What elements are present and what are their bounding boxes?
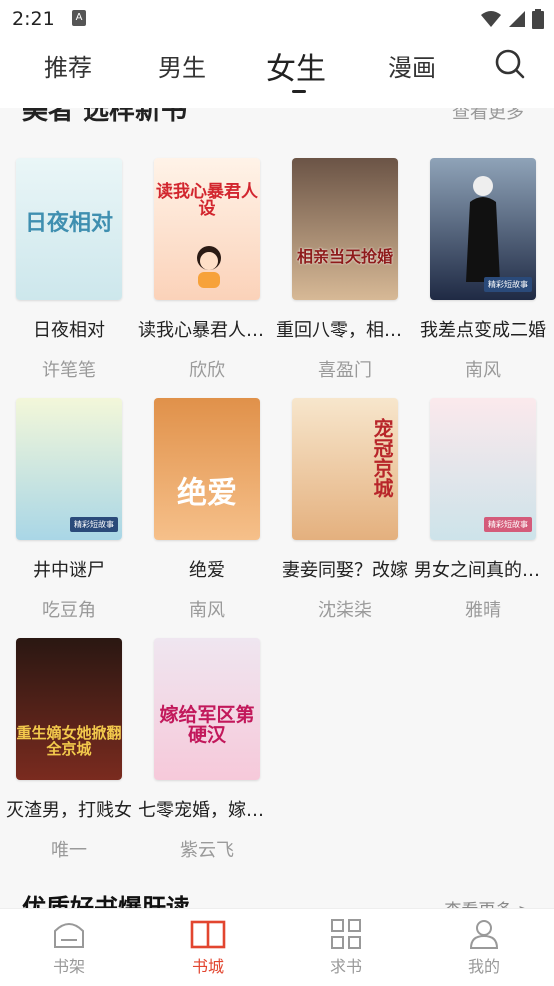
- nav-label: 书架: [52, 957, 85, 976]
- cover-text: 嫁给军区第硬汉: [159, 704, 255, 747]
- cover-text: 日夜相对: [24, 209, 113, 236]
- cover-figure-illustration: [466, 176, 500, 282]
- cover-text: 宠冠京城: [370, 417, 394, 498]
- cover-badge: 精彩短故事: [70, 517, 118, 532]
- nav-request-book[interactable]: 求书: [296, 919, 396, 977]
- book-title: 日夜相对: [33, 320, 105, 341]
- tab-male[interactable]: 男生: [158, 48, 206, 83]
- book-title: 绝爱: [189, 560, 225, 581]
- cover-badge: 精彩短故事: [484, 277, 532, 292]
- book-title: 我差点变成二婚: [420, 320, 546, 341]
- book-author: 沈柒柒: [318, 600, 372, 621]
- book-author: 唯一: [51, 840, 87, 861]
- book-author: 南风: [465, 360, 501, 381]
- book-card[interactable]: 精彩短故事 井中谜尸 吃豆角: [0, 398, 138, 622]
- wifi-icon: [481, 11, 501, 27]
- cover-badge: 精彩短故事: [484, 517, 532, 532]
- book-title: 七零宠婚，嫁给军区: [138, 800, 276, 821]
- signal-icon: [509, 11, 525, 27]
- status-bar: 2:21 A: [0, 0, 554, 36]
- nav-label: 求书: [329, 957, 362, 976]
- book-card[interactable]: 嫁给军区第硬汉 七零宠婚，嫁给军区 紫云飞: [138, 638, 276, 862]
- store-content[interactable]: 美者 选样新书 查看更多 日夜相对 日夜相对 许笔笔 读我心暴君人设 读我心暴君…: [0, 108, 554, 908]
- book-author: 南风: [189, 600, 225, 621]
- book-card[interactable]: 相亲当天抢婚 重回八零，相亲当天闪婚 喜盈门: [276, 158, 414, 382]
- nav-label: 我的: [467, 957, 500, 976]
- book-cover[interactable]: 日夜相对: [16, 158, 122, 300]
- book-card[interactable]: 精彩短故事 男女之间真的有纯友谊 雅晴: [414, 398, 552, 622]
- book-title: 妻妾同娶？改嫁: [282, 560, 408, 581]
- book-title: 男女之间真的有纯友谊: [414, 560, 552, 581]
- nav-profile[interactable]: 我的: [434, 919, 534, 977]
- book-cover[interactable]: 相亲当天抢婚: [292, 158, 398, 300]
- book-cover[interactable]: 精彩短故事: [430, 398, 536, 540]
- system-icons: [480, 9, 544, 29]
- shelf-icon: [54, 923, 84, 948]
- cover-text: 读我心暴君人设: [156, 181, 258, 220]
- book-cover[interactable]: 重生嫡女她掀翻全京城: [16, 638, 122, 780]
- tab-female[interactable]: 女生: [266, 44, 326, 88]
- book-author: 许笔笔: [42, 360, 96, 381]
- view-more-link[interactable]: 查看更多 >: [444, 896, 532, 908]
- bottom-nav: 书架 书城 求书 我的: [0, 908, 554, 986]
- cover-character-illustration: [197, 246, 221, 288]
- book-cover[interactable]: 读我心暴君人设: [154, 158, 260, 300]
- search-icon[interactable]: [494, 48, 526, 80]
- nav-label: 书城: [191, 957, 224, 976]
- book-title: 重回八零，相亲当天闪婚: [276, 320, 414, 341]
- nav-bookshelf[interactable]: 书架: [19, 919, 119, 977]
- book-cover[interactable]: 精彩短故事: [16, 398, 122, 540]
- book-author: 紫云飞: [180, 840, 234, 861]
- section-more-previous[interactable]: 查看更多: [452, 108, 524, 124]
- section-title: 优质好书爆肝读: [22, 894, 190, 908]
- grid-icon: [331, 919, 361, 949]
- nav-bookstore[interactable]: 书城: [158, 919, 258, 977]
- battery-icon: [532, 9, 544, 29]
- book-cover[interactable]: 绝爱: [154, 398, 260, 540]
- book-cover[interactable]: 嫁给军区第硬汉: [154, 638, 260, 780]
- book-title: 灭渣男，打贱女: [6, 800, 132, 821]
- book-card[interactable]: 日夜相对 日夜相对 许笔笔: [0, 158, 138, 382]
- active-tab-indicator: [292, 90, 306, 93]
- book-card[interactable]: 绝爱 绝爱 南风: [138, 398, 276, 622]
- tab-recommend[interactable]: 推荐: [44, 48, 92, 83]
- book-icon: [190, 920, 226, 949]
- book-author: 雅晴: [465, 600, 501, 621]
- book-author: 吃豆角: [42, 600, 96, 621]
- book-author: 欣欣: [189, 360, 225, 381]
- status-time: 2:21: [12, 8, 55, 30]
- notification-icon: A: [72, 10, 86, 26]
- book-card[interactable]: 重生嫡女她掀翻全京城 灭渣男，打贱女 唯一: [0, 638, 138, 862]
- tab-comics[interactable]: 漫画: [388, 48, 436, 83]
- category-tabs: 推荐 男生 女生 漫画: [0, 36, 554, 108]
- book-cover[interactable]: 宠冠京城: [292, 398, 398, 540]
- section-title-previous: 美者 选样新书: [22, 108, 188, 126]
- user-icon: [469, 920, 499, 949]
- book-author: 喜盈门: [318, 360, 372, 381]
- book-title: 读我心暴君人设崩了: [138, 320, 276, 341]
- book-card[interactable]: 读我心暴君人设 读我心暴君人设崩了 欣欣: [138, 158, 276, 382]
- cover-text: 重生嫡女她掀翻全京城: [16, 724, 122, 758]
- cover-text: 绝爱: [177, 475, 237, 511]
- book-title: 井中谜尸: [33, 560, 105, 581]
- book-card[interactable]: 宠冠京城 妻妾同娶？改嫁 沈柒柒: [276, 398, 414, 622]
- cover-text: 相亲当天抢婚: [296, 246, 393, 266]
- book-card[interactable]: 精彩短故事 我差点变成二婚 南风: [414, 158, 552, 382]
- book-cover[interactable]: 精彩短故事: [430, 158, 536, 300]
